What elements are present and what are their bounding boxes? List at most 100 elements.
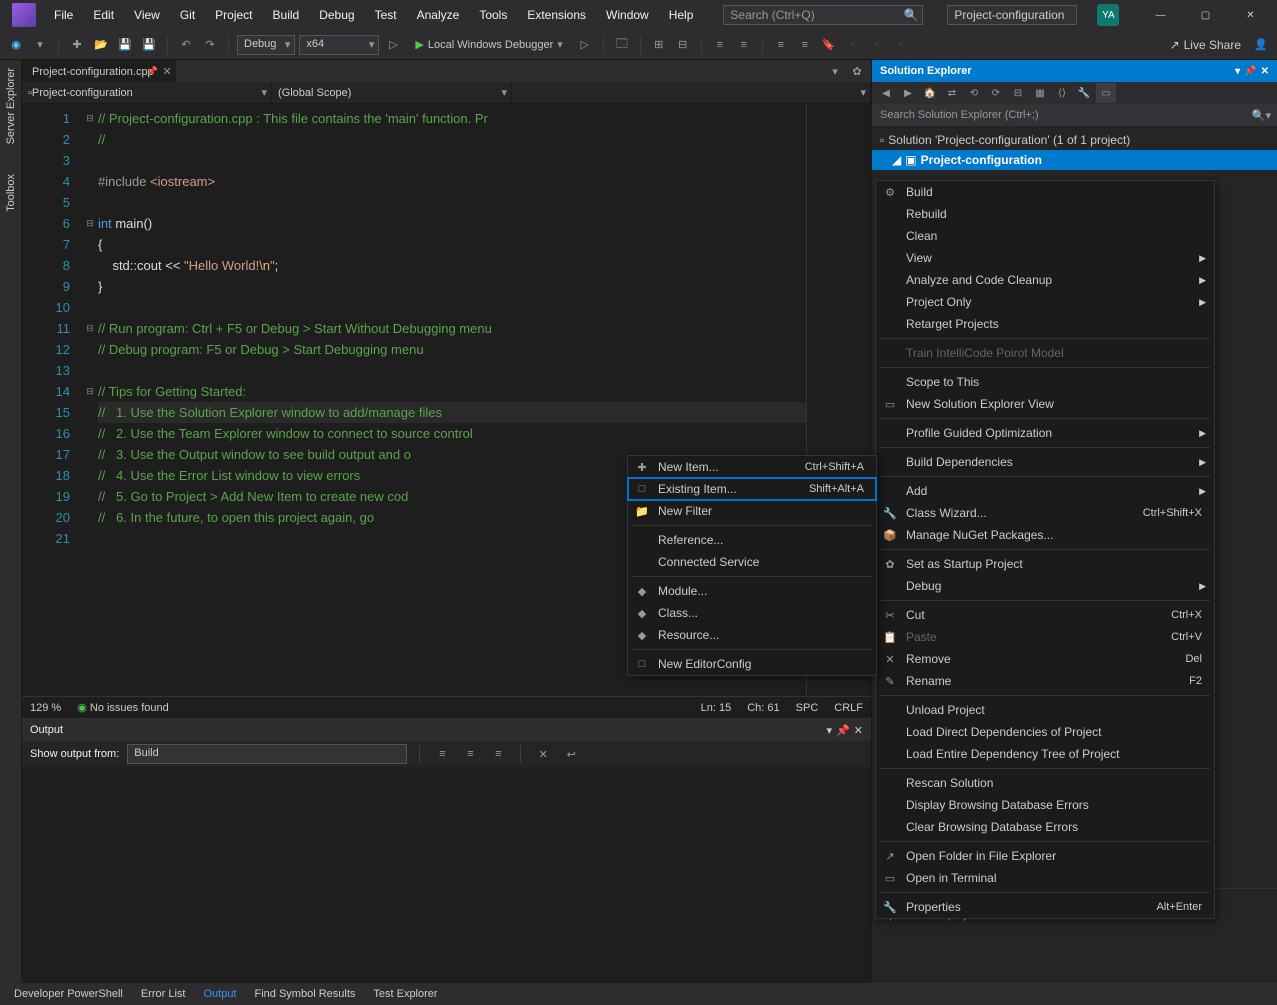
- sol-preview-icon[interactable]: ▭: [1096, 83, 1116, 103]
- out-wrap-icon[interactable]: ↩: [561, 744, 581, 764]
- ctx-open-in-terminal[interactable]: ▭Open in Terminal: [876, 867, 1214, 889]
- project-node[interactable]: ◢ ▣ Project-configuration: [872, 150, 1277, 170]
- ctx-new-item-[interactable]: ✚New Item...Ctrl+Shift+A: [628, 456, 876, 478]
- issues-status[interactable]: ◉ No issues found: [77, 701, 169, 714]
- ctx-view[interactable]: View▶: [876, 247, 1214, 269]
- sol-home-icon[interactable]: 🏠: [920, 83, 940, 103]
- new-project-button[interactable]: ✚: [67, 35, 87, 55]
- sol-switch-icon[interactable]: ⇄: [942, 83, 962, 103]
- output-close-icon[interactable]: ✕: [854, 724, 863, 737]
- output-body[interactable]: [22, 767, 871, 983]
- menu-analyze[interactable]: Analyze: [407, 4, 470, 26]
- bottom-tab-test-explorer[interactable]: Test Explorer: [365, 985, 445, 1003]
- ctx-clear-browsing-database-errors[interactable]: Clear Browsing Database Errors: [876, 816, 1214, 838]
- nav-scope-dropdown[interactable]: (Global Scope): [272, 82, 512, 103]
- nav-method-dropdown[interactable]: [512, 82, 871, 103]
- ctx-manage-nuget-packages-[interactable]: 📦Manage NuGet Packages...: [876, 524, 1214, 546]
- ctx-clean[interactable]: Clean: [876, 225, 1214, 247]
- tb-icon-4[interactable]: ≡: [734, 35, 754, 55]
- minimize-button[interactable]: —: [1138, 0, 1183, 30]
- pin-icon[interactable]: 📌: [146, 66, 157, 77]
- comment-icon[interactable]: ≡: [771, 35, 791, 55]
- ctx-unload-project[interactable]: Unload Project: [876, 699, 1214, 721]
- browse-button[interactable]: 🗔: [612, 35, 632, 55]
- nav-dropdown[interactable]: ▾: [30, 35, 50, 55]
- menu-view[interactable]: View: [124, 4, 170, 26]
- ctx-rename[interactable]: ✎RenameF2: [876, 670, 1214, 692]
- tb-icon-9[interactable]: ▫: [891, 35, 911, 55]
- ctx-rebuild[interactable]: Rebuild: [876, 203, 1214, 225]
- ctx-open-folder-in-file-explorer[interactable]: ↗Open Folder in File Explorer: [876, 845, 1214, 867]
- tb-icon-7[interactable]: ▫: [843, 35, 863, 55]
- account-icon[interactable]: 👤: [1251, 35, 1271, 55]
- sol-close-icon[interactable]: ✕: [1261, 66, 1269, 77]
- output-pin-icon[interactable]: 📌: [836, 724, 850, 737]
- ctx-remove[interactable]: ✕RemoveDel: [876, 648, 1214, 670]
- ctx-resource-[interactable]: ◆Resource...: [628, 624, 876, 646]
- ctx-build-dependencies[interactable]: Build Dependencies▶: [876, 451, 1214, 473]
- menu-git[interactable]: Git: [170, 4, 205, 26]
- play-outline-icon[interactable]: ▷: [383, 35, 403, 55]
- ctx-connected-service[interactable]: Connected Service: [628, 551, 876, 573]
- ctx-project-only[interactable]: Project Only▶: [876, 291, 1214, 313]
- col-indicator[interactable]: Ch: 61: [747, 702, 779, 714]
- maximize-button[interactable]: ▢: [1183, 0, 1228, 30]
- nav-project-dropdown[interactable]: ▫ Project-configuration: [22, 82, 272, 103]
- sol-sync-icon[interactable]: ⟲: [964, 83, 984, 103]
- sol-fwd-icon[interactable]: ▶: [898, 83, 918, 103]
- ctx-new-solution-explorer-view[interactable]: ▭New Solution Explorer View: [876, 393, 1214, 415]
- ctx-rescan-solution[interactable]: Rescan Solution: [876, 772, 1214, 794]
- file-tab[interactable]: Project-configuration.cpp 📌 ✕: [22, 60, 176, 82]
- ctx-new-filter[interactable]: 📁New Filter: [628, 500, 876, 522]
- ctx-scope-to-this[interactable]: Scope to This: [876, 371, 1214, 393]
- sol-showall-icon[interactable]: ▦: [1030, 83, 1050, 103]
- close-button[interactable]: ✕: [1228, 0, 1273, 30]
- menu-extensions[interactable]: Extensions: [517, 4, 596, 26]
- search-input[interactable]: Search (Ctrl+Q) 🔍: [723, 5, 923, 25]
- menu-tools[interactable]: Tools: [469, 4, 517, 26]
- uncomment-icon[interactable]: ≡: [795, 35, 815, 55]
- tb-icon-8[interactable]: ▫: [867, 35, 887, 55]
- sol-code-icon[interactable]: ⟨⟩: [1052, 83, 1072, 103]
- play2-icon[interactable]: ▷: [575, 35, 595, 55]
- zoom-level[interactable]: 129 %: [30, 702, 61, 714]
- menu-file[interactable]: File: [44, 4, 83, 26]
- bottom-tab-developer-powershell[interactable]: Developer PowerShell: [6, 985, 131, 1003]
- menu-help[interactable]: Help: [659, 4, 704, 26]
- bottom-tab-error-list[interactable]: Error List: [133, 985, 194, 1003]
- sol-dropdown-icon[interactable]: ▾: [1235, 66, 1240, 77]
- ctx-profile-guided-optimization[interactable]: Profile Guided Optimization▶: [876, 422, 1214, 444]
- out-tool-3[interactable]: ≡: [488, 744, 508, 764]
- solution-root-node[interactable]: ▫ Solution 'Project-configuration' (1 of…: [872, 130, 1277, 150]
- show-output-from-dropdown[interactable]: Build: [127, 744, 407, 764]
- menu-build[interactable]: Build: [263, 4, 310, 26]
- save-all-button[interactable]: 💾: [139, 35, 159, 55]
- ctx-load-entire-dependency-tree-of-project[interactable]: Load Entire Dependency Tree of Project: [876, 743, 1214, 765]
- redo-button[interactable]: ↷: [200, 35, 220, 55]
- sol-pin-icon[interactable]: 📌: [1244, 66, 1256, 77]
- ctx-class-[interactable]: ◆Class...: [628, 602, 876, 624]
- menu-window[interactable]: Window: [596, 4, 659, 26]
- out-tool-1[interactable]: ≡: [432, 744, 452, 764]
- project-name-box[interactable]: Project-configuration: [947, 5, 1077, 25]
- bookmark-icon[interactable]: 🔖: [819, 35, 839, 55]
- start-debugger-button[interactable]: ▶Local Windows Debugger▾: [407, 36, 570, 53]
- ctx-add[interactable]: Add▶: [876, 480, 1214, 502]
- live-share-button[interactable]: ↗Live Share: [1164, 38, 1247, 52]
- ctx-set-as-startup-project[interactable]: ✿Set as Startup Project: [876, 553, 1214, 575]
- undo-button[interactable]: ↶: [176, 35, 196, 55]
- close-tab-icon[interactable]: ✕: [162, 65, 171, 78]
- ctx-reference-[interactable]: Reference...: [628, 529, 876, 551]
- menu-edit[interactable]: Edit: [83, 4, 124, 26]
- bottom-tab-output[interactable]: Output: [195, 985, 244, 1003]
- ctx-properties[interactable]: 🔧PropertiesAlt+Enter: [876, 896, 1214, 918]
- back-button[interactable]: ◉: [6, 35, 26, 55]
- tb-icon-1[interactable]: ⊞: [649, 35, 669, 55]
- indent-indicator[interactable]: SPC: [796, 702, 819, 714]
- ctx-debug[interactable]: Debug▶: [876, 575, 1214, 597]
- sol-props-icon[interactable]: 🔧: [1074, 83, 1094, 103]
- ctx-retarget-projects[interactable]: Retarget Projects: [876, 313, 1214, 335]
- sol-refresh-icon[interactable]: ⟳: [986, 83, 1006, 103]
- ctx-build[interactable]: ⚙Build: [876, 181, 1214, 203]
- ctx-analyze-and-code-cleanup[interactable]: Analyze and Code Cleanup▶: [876, 269, 1214, 291]
